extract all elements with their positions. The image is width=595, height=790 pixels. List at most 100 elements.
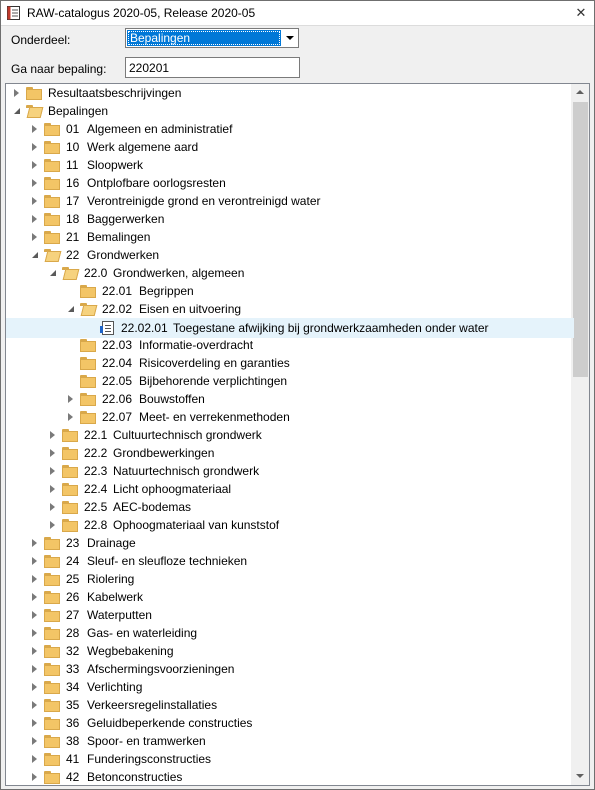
bepalingen-tree[interactable]: Resultaatsbeschrijvingen Bepalingen 01 Alge… — [5, 83, 590, 786]
folder-icon — [44, 717, 60, 730]
tree-node[interactable]: 22.1 Cultuurtechnisch grondwerk — [6, 426, 572, 444]
ga-naar-input[interactable] — [125, 57, 300, 78]
tree-node[interactable]: 21 Bemalingen — [6, 228, 572, 246]
collapsed-arrow-icon[interactable] — [32, 755, 37, 763]
tree-node[interactable]: 22 Grondwerken — [6, 246, 572, 264]
tree-node[interactable]: 24 Sleuf- en sleufloze technieken — [6, 552, 572, 570]
tree-node[interactable]: 36 Geluidbeperkende constructies — [6, 714, 572, 732]
node-label: Sloopwerk — [87, 158, 144, 172]
folder-icon — [44, 231, 60, 244]
tree-node[interactable]: 18 Baggerwerken — [6, 210, 572, 228]
tree-node[interactable]: 01 Algemeen en administratief — [6, 120, 572, 138]
vertical-scrollbar[interactable] — [571, 84, 589, 785]
tree-node[interactable]: 22.04 Risicoverdeling en garanties — [6, 354, 572, 372]
collapsed-arrow-icon[interactable] — [32, 575, 37, 583]
folder-icon — [44, 771, 60, 784]
collapsed-arrow-icon[interactable] — [32, 701, 37, 709]
collapsed-arrow-icon[interactable] — [32, 125, 37, 133]
tree-node[interactable]: 27 Waterputten — [6, 606, 572, 624]
tree-node[interactable]: Bepalingen — [6, 102, 572, 120]
expanded-arrow-icon[interactable] — [68, 306, 74, 312]
tree-node[interactable]: 28 Gas- en waterleiding — [6, 624, 572, 642]
tree-node[interactable]: 22.06 Bouwstoffen — [6, 390, 572, 408]
close-button[interactable]: ✕ — [572, 4, 590, 22]
tree-node[interactable]: 23 Drainage — [6, 534, 572, 552]
collapsed-arrow-icon[interactable] — [68, 413, 73, 421]
tree-node[interactable]: Resultaatsbeschrijvingen — [6, 84, 572, 102]
tree-node[interactable]: 22.8 Ophoogmateriaal van kunststof — [6, 516, 572, 534]
collapsed-arrow-icon[interactable] — [32, 557, 37, 565]
tree-node[interactable]: 33 Afschermingsvoorzieningen — [6, 660, 572, 678]
tree-node[interactable]: 22.5 AEC-bodemas — [6, 498, 572, 516]
node-label: Licht ophoogmateriaal — [113, 482, 232, 496]
tree-node[interactable]: 25 Riolering — [6, 570, 572, 588]
collapsed-arrow-icon[interactable] — [32, 629, 37, 637]
node-code: 22.5 — [84, 500, 108, 514]
node-label: Afschermingsvoorzieningen — [87, 662, 235, 676]
collapsed-arrow-icon[interactable] — [32, 161, 37, 169]
tree-node[interactable]: 22.03 Informatie-overdracht — [6, 336, 572, 354]
collapsed-arrow-icon[interactable] — [32, 737, 37, 745]
scrollbar-thumb[interactable] — [573, 102, 588, 377]
expanded-arrow-icon[interactable] — [14, 108, 20, 114]
chevron-down-icon[interactable] — [283, 30, 297, 46]
collapsed-arrow-icon[interactable] — [32, 143, 37, 151]
tree-node[interactable]: 10 Werk algemene aard — [6, 138, 572, 156]
tree-node[interactable]: 22.2 Grondbewerkingen — [6, 444, 572, 462]
tree-node[interactable]: 22.01 Begrippen — [6, 282, 572, 300]
tree-node[interactable]: 22.05 Bijbehorende verplichtingen — [6, 372, 572, 390]
collapsed-arrow-icon[interactable] — [32, 773, 37, 781]
collapsed-arrow-icon[interactable] — [50, 485, 55, 493]
folder-icon — [44, 213, 60, 226]
tree-node[interactable]: 22.07 Meet- en verrekenmethoden — [6, 408, 572, 426]
collapsed-arrow-icon[interactable] — [32, 683, 37, 691]
folder-icon — [44, 699, 60, 712]
collapsed-arrow-icon[interactable] — [50, 467, 55, 475]
expanded-arrow-icon[interactable] — [50, 270, 56, 276]
tree-node[interactable]: 16 Ontplofbare oorlogsresten — [6, 174, 572, 192]
folder-icon — [44, 555, 60, 568]
collapsed-arrow-icon[interactable] — [32, 719, 37, 727]
node-code: 22 — [66, 248, 80, 262]
collapsed-arrow-icon[interactable] — [32, 665, 37, 673]
collapsed-arrow-icon[interactable] — [50, 521, 55, 529]
collapsed-arrow-icon[interactable] — [32, 215, 37, 223]
collapsed-arrow-icon[interactable] — [32, 647, 37, 655]
tree-node[interactable]: 11 Sloopwerk — [6, 156, 572, 174]
node-label: Toegestane afwijking bij grondwerkzaamhe… — [173, 321, 489, 335]
tree-node[interactable]: 22.3 Natuurtechnisch grondwerk — [6, 462, 572, 480]
collapsed-arrow-icon[interactable] — [32, 539, 37, 547]
tree-node[interactable]: 32 Wegbebakening — [6, 642, 572, 660]
collapsed-arrow-icon[interactable] — [32, 593, 37, 601]
tree-node[interactable]: 42 Betonconstructies — [6, 768, 572, 785]
onderdeel-select[interactable]: Bepalingen — [125, 28, 299, 48]
tree-node[interactable]: 26 Kabelwerk — [6, 588, 572, 606]
node-label: Informatie-overdracht — [139, 338, 254, 352]
tree-node[interactable]: 41 Funderingsconstructies — [6, 750, 572, 768]
tree-leaf-item[interactable]: 22.02.01 Toegestane afwijking bij grondwe… — [6, 318, 574, 338]
tree-node[interactable]: 34 Verlichting — [6, 678, 572, 696]
tree-node[interactable]: 22.02 Eisen en uitvoering — [6, 300, 572, 318]
tree-node[interactable]: 17 Verontreinigde grond en verontreinigd … — [6, 192, 572, 210]
collapsed-arrow-icon[interactable] — [50, 449, 55, 457]
collapsed-arrow-icon[interactable] — [32, 611, 37, 619]
collapsed-arrow-icon[interactable] — [32, 233, 37, 241]
close-icon: ✕ — [575, 5, 587, 20]
collapsed-arrow-icon[interactable] — [68, 395, 73, 403]
collapsed-arrow-icon[interactable] — [50, 431, 55, 439]
folder-icon — [44, 177, 60, 190]
tree-node[interactable]: 22.4 Licht ophoogmateriaal — [6, 480, 572, 498]
collapsed-arrow-icon[interactable] — [32, 179, 37, 187]
scroll-up-icon[interactable] — [572, 84, 589, 101]
tree-node[interactable]: 35 Verkeersregelinstallaties — [6, 696, 572, 714]
tree-node[interactable]: 38 Spoor- en tramwerken — [6, 732, 572, 750]
node-code: 22.2 — [84, 446, 108, 460]
collapsed-arrow-icon[interactable] — [32, 197, 37, 205]
collapsed-arrow-icon[interactable] — [50, 503, 55, 511]
collapsed-arrow-icon[interactable] — [14, 89, 19, 97]
onderdeel-selected-value: Bepalingen — [127, 30, 281, 46]
node-label: Bepalingen — [48, 104, 109, 118]
expanded-arrow-icon[interactable] — [32, 252, 38, 258]
scroll-down-icon[interactable] — [572, 768, 589, 785]
tree-node[interactable]: 22.0 Grondwerken, algemeen — [6, 264, 572, 282]
